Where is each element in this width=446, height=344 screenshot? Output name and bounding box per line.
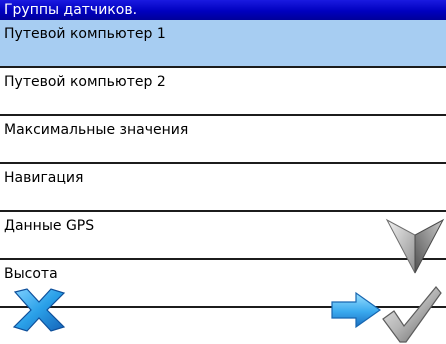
sensor-group-label: Максимальные значения bbox=[4, 122, 189, 138]
sensor-groups-screen: Группы датчиков. Путевой компьютер 1 Пут… bbox=[0, 0, 446, 344]
sensor-group-label: Высота bbox=[4, 266, 58, 282]
sensor-group-item-trip-computer-2[interactable]: Путевой компьютер 2 bbox=[0, 68, 446, 116]
chevron-down-icon[interactable] bbox=[385, 217, 445, 275]
sensor-group-label: Путевой компьютер 2 bbox=[4, 74, 166, 90]
sensor-group-item-navigation[interactable]: Навигация bbox=[0, 164, 446, 212]
arrow-right-icon[interactable] bbox=[330, 290, 382, 330]
sensor-group-label: Навигация bbox=[4, 170, 84, 186]
sensor-group-item-max-values[interactable]: Максимальные значения bbox=[0, 116, 446, 164]
sensor-group-label: Путевой компьютер 1 bbox=[4, 26, 166, 42]
page-title: Группы датчиков. bbox=[0, 0, 446, 20]
close-icon[interactable] bbox=[9, 286, 69, 334]
sensor-group-item-trip-computer-1[interactable]: Путевой компьютер 1 bbox=[0, 20, 446, 68]
checkmark-icon[interactable] bbox=[381, 285, 443, 344]
sensor-group-item-gps-data[interactable]: Данные GPS bbox=[0, 212, 446, 260]
sensor-group-label: Данные GPS bbox=[4, 218, 95, 234]
